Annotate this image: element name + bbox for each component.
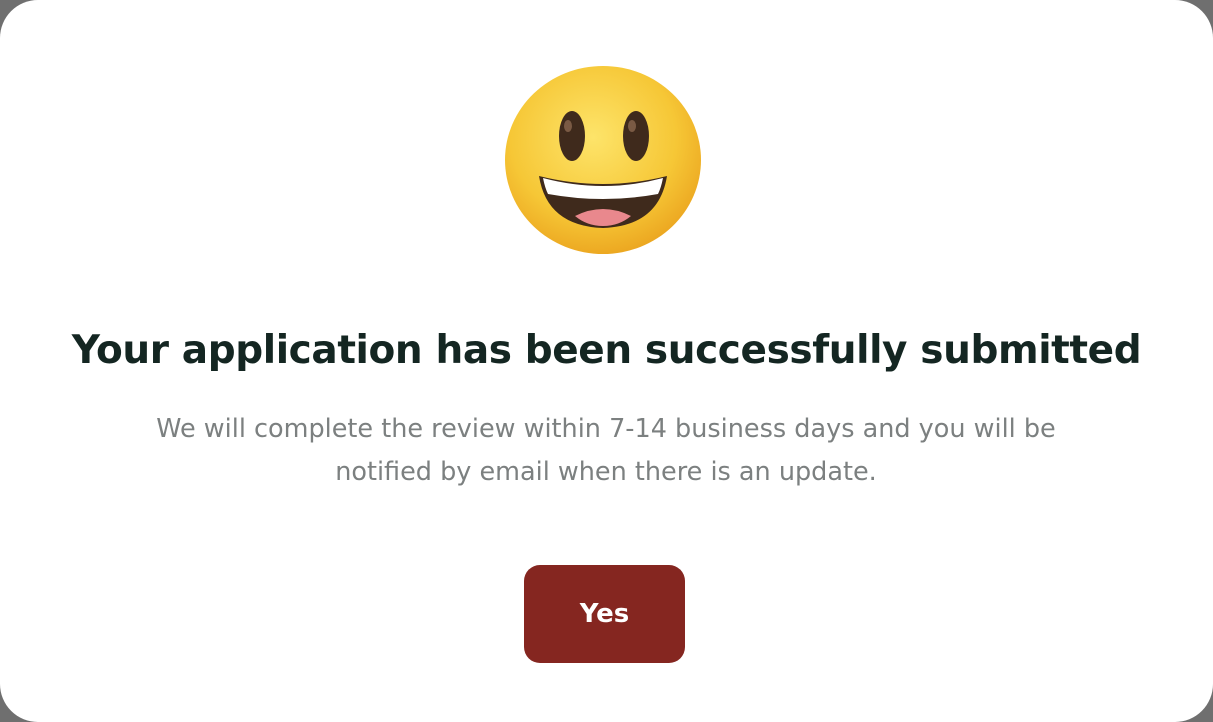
success-dialog: Your application has been successfully s… (0, 0, 1213, 722)
grinning-face-icon (503, 64, 703, 256)
dialog-message: We will complete the review within 7-14 … (156, 414, 1056, 487)
yes-button[interactable]: Yes (524, 565, 685, 663)
dialog-title: Your application has been successfully s… (71, 328, 1142, 373)
